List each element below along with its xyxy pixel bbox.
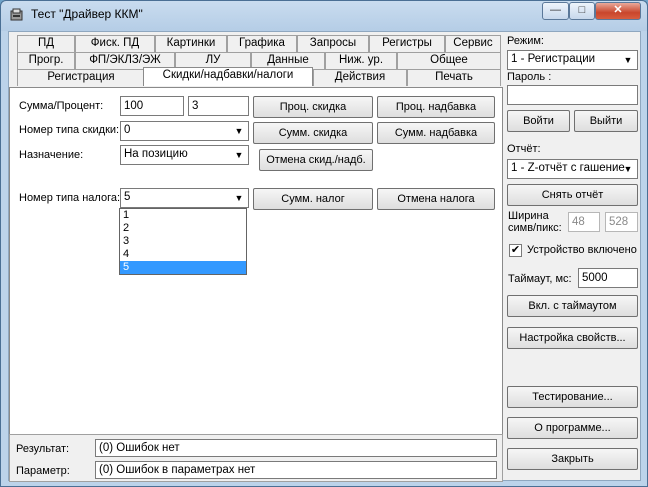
mode-value: 1 - Регистрации — [511, 53, 596, 65]
tab-service[interactable]: Сервис — [445, 35, 501, 52]
chevron-down-icon[interactable]: ▼ — [231, 123, 247, 139]
result-label: Результат: — [16, 443, 70, 455]
cancel-discount-button[interactable]: Отмена скид./надб. — [259, 149, 373, 171]
discounts-panel: Сумма/Процент: 100 3 Номер типа скидки: … — [9, 87, 503, 461]
tab-discounts[interactable]: Скидки/надбавки/налоги — [143, 67, 313, 86]
tax-option[interactable]: 4 — [120, 248, 246, 261]
device-on-label: Устройство включено — [527, 244, 637, 256]
percent-discount-button[interactable]: Проц. скидка — [253, 96, 373, 118]
sum-discount-button[interactable]: Сумм. скидка — [253, 122, 373, 144]
result-panel: Результат: (0) Ошибок нет Параметр: (0) … — [9, 434, 503, 482]
tab-registers[interactable]: Регистры — [369, 35, 445, 52]
properties-button[interactable]: Настройка свойств... — [507, 327, 638, 349]
window-title: Тест "Драйвер ККМ" — [31, 7, 143, 21]
tab-pd[interactable]: ПД — [17, 35, 75, 52]
main-window: Тест "Драйвер ККМ" — □ ✕ ПД Фиск. ПД Кар… — [0, 0, 648, 487]
chevron-down-icon[interactable]: ▼ — [231, 147, 247, 163]
chevron-down-icon[interactable]: ▼ — [620, 161, 636, 177]
app-icon — [10, 8, 23, 21]
tax-type-value: 5 — [124, 191, 131, 203]
cancel-tax-button[interactable]: Отмена налога — [377, 188, 495, 210]
tab-low-level[interactable]: Ниж. ур. — [325, 52, 397, 69]
tab-program[interactable]: Прогр. — [17, 52, 75, 69]
width-chars-input[interactable]: 48 — [568, 212, 600, 232]
report-label: Отчёт: — [507, 143, 541, 155]
mode-select[interactable]: 1 - Регистрации ▼ — [507, 50, 638, 70]
purpose-value: На позицию — [124, 148, 188, 160]
sum-tax-button[interactable]: Сумм. налог — [253, 188, 373, 210]
take-report-button[interactable]: Снять отчёт — [507, 184, 638, 206]
report-select[interactable]: 1 - Z-отчёт с гашение ▼ — [507, 159, 638, 179]
close-button[interactable]: Закрыть — [507, 448, 638, 470]
close-window-button[interactable]: ✕ — [595, 2, 641, 20]
maximize-button[interactable]: □ — [569, 2, 595, 20]
purpose-select[interactable]: На позицию ▼ — [120, 145, 249, 165]
width-px-input[interactable]: 528 — [605, 212, 638, 232]
report-value: 1 - Z-отчёт с гашение — [511, 162, 625, 174]
mode-label: Режим: — [507, 35, 544, 47]
discount-type-value: 0 — [124, 124, 131, 136]
minimize-button[interactable]: — — [542, 2, 569, 20]
login-button[interactable]: Войти — [507, 110, 570, 132]
percent-surcharge-button[interactable]: Проц. надбавка — [377, 96, 495, 118]
tab-registration[interactable]: Регистрация — [17, 69, 145, 86]
tab-actions[interactable]: Действия — [313, 69, 407, 86]
client-area: ПД Фиск. ПД Картинки Графика Запросы Рег… — [8, 31, 641, 482]
tax-option-selected[interactable]: 5 — [120, 261, 246, 274]
tax-option[interactable]: 3 — [120, 235, 246, 248]
tax-option[interactable]: 2 — [120, 222, 246, 235]
tab-pictures[interactable]: Картинки — [155, 35, 227, 52]
width-label-2: симв/пикс: — [508, 222, 562, 234]
password-label: Пароль : — [507, 71, 552, 83]
timeout-label: Таймаут, мс: — [508, 273, 572, 285]
discount-type-select[interactable]: 0 ▼ — [120, 121, 249, 141]
tab-graphics[interactable]: Графика — [227, 35, 297, 52]
tab-row-1: ПД Фиск. ПД Картинки Графика Запросы Рег… — [9, 35, 509, 52]
tab-fisc-pd[interactable]: Фиск. ПД — [75, 35, 155, 52]
param-field[interactable]: (0) Ошибок в параметрах нет — [95, 461, 497, 479]
about-button[interactable]: О программе... — [507, 417, 638, 439]
tab-row-3: Регистрация Скидки/надбавки/налоги Дейст… — [9, 67, 509, 86]
tax-option[interactable]: 1 — [120, 209, 246, 222]
discount-type-label: Номер типа скидки: — [19, 124, 120, 136]
chevron-down-icon[interactable]: ▼ — [620, 52, 636, 68]
result-field[interactable]: (0) Ошибок нет — [95, 439, 497, 457]
sum-surcharge-button[interactable]: Сумм. надбавка — [377, 122, 495, 144]
logout-button[interactable]: Выйти — [574, 110, 638, 132]
device-on-checkbox[interactable]: ✔ — [509, 244, 522, 257]
timeout-input[interactable]: 5000 — [578, 268, 638, 288]
purpose-label: Назначение: — [19, 149, 84, 161]
testing-button[interactable]: Тестирование... — [507, 386, 638, 408]
tab-general[interactable]: Общее — [397, 52, 501, 69]
param-label: Параметр: — [16, 465, 70, 477]
chevron-down-icon[interactable]: ▼ — [231, 190, 247, 206]
title-bar[interactable]: Тест "Драйвер ККМ" — □ ✕ — [1, 1, 647, 29]
sum-input[interactable]: 100 — [120, 96, 184, 116]
tax-type-dropdown: 1 2 3 4 5 — [119, 208, 247, 275]
enable-timeout-button[interactable]: Вкл. с таймаутом — [507, 295, 638, 317]
tax-type-label: Номер типа налога: — [19, 192, 121, 204]
tax-type-select[interactable]: 5 ▼ — [120, 188, 249, 208]
width-label: Ширина — [508, 210, 549, 222]
tab-print[interactable]: Печать — [407, 69, 501, 86]
tab-requests[interactable]: Запросы — [297, 35, 369, 52]
percent-input[interactable]: 3 — [188, 96, 249, 116]
password-input[interactable] — [507, 85, 638, 105]
sum-percent-label: Сумма/Процент: — [19, 100, 104, 112]
